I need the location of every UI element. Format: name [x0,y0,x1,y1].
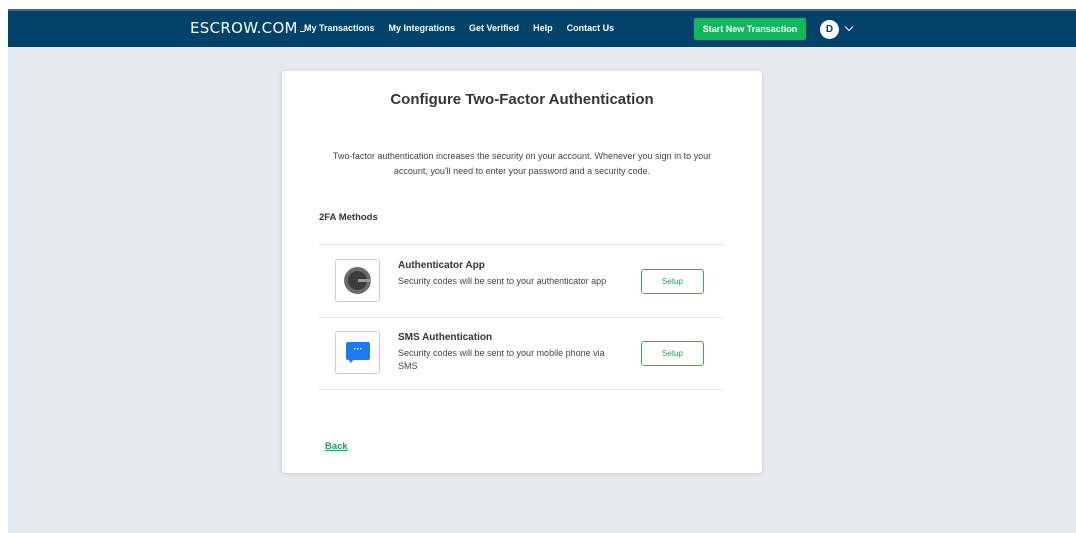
divider [319,317,724,318]
logo-text: ESCROW.COM [190,19,298,37]
google-authenticator-icon [335,259,380,302]
two-factor-card: Configure Two-Factor Authentication Two-… [282,71,762,473]
page-title: Configure Two-Factor Authentication [390,91,654,108]
divider [319,389,724,390]
nav-contact-us[interactable]: Contact Us [567,23,615,33]
main-nav: My Transactions My Integrations Get Veri… [304,23,628,33]
authenticator-icon-outer [344,267,371,294]
setup-authenticator-button[interactable]: Setup [641,269,704,294]
method-desc-sms: Security codes will be sent to your mobi… [398,348,605,371]
method-desc-authenticator: Security codes will be sent to your auth… [398,276,607,286]
sms-bubble-tail [348,359,354,363]
divider [319,244,724,245]
authenticator-icon-bar [358,279,371,282]
nav-get-verified[interactable]: Get Verified [469,23,519,33]
escrow-logo[interactable]: ESCROW.COM [190,19,305,37]
nav-my-transactions[interactable]: My Transactions [304,23,375,33]
methods-heading: 2FA Methods [319,212,378,223]
top-navbar: ESCROW.COM My Transactions My Integratio… [8,9,1076,47]
back-link[interactable]: Back [325,441,348,452]
nav-help[interactable]: Help [533,23,553,33]
sms-bubble: ··· [346,342,370,360]
method-title-authenticator: Authenticator App [398,260,485,271]
card-description: Two-factor authentication increases the … [332,151,712,176]
sms-chat-bubble-icon: ··· [335,331,380,374]
user-avatar[interactable]: D [820,20,839,39]
method-title-sms: SMS Authentication [398,332,493,343]
nav-my-integrations[interactable]: My Integrations [389,23,456,33]
top-strip [0,0,1076,9]
setup-sms-button[interactable]: Setup [641,341,704,366]
start-new-transaction-button[interactable]: Start New Transaction [694,18,806,40]
chevron-down-icon[interactable] [844,22,854,32]
